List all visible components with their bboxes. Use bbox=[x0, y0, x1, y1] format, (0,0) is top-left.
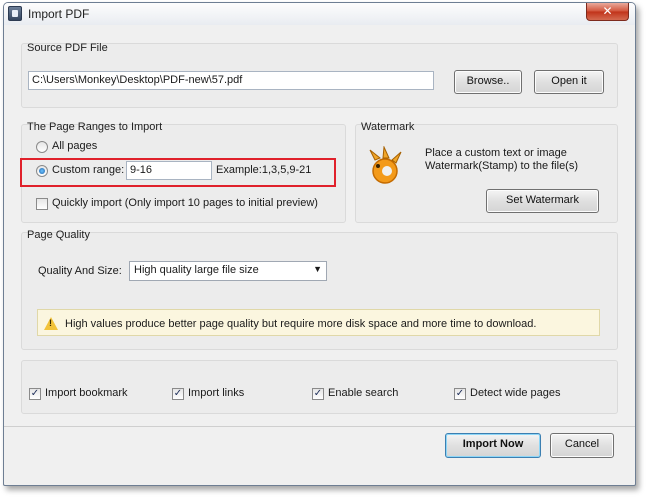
chevron-down-icon: ▼ bbox=[313, 264, 322, 274]
enable-search-label: Enable search bbox=[328, 387, 399, 399]
cancel-button[interactable]: Cancel bbox=[550, 433, 614, 458]
browse-button[interactable]: Browse.. bbox=[454, 70, 522, 94]
set-watermark-button[interactable]: Set Watermark bbox=[486, 189, 599, 213]
watermark-description-1: Place a custom text or image bbox=[425, 147, 567, 159]
footer-divider bbox=[4, 426, 635, 427]
close-button[interactable]: ✕ bbox=[586, 3, 629, 21]
open-it-label: Open it bbox=[551, 75, 587, 87]
import-bookmark-label: Import bookmark bbox=[45, 387, 128, 399]
quality-selected-option: High quality large file size bbox=[134, 264, 259, 276]
page-quality-title: Page Quality bbox=[27, 229, 90, 241]
import-bookmark-checkbox[interactable]: ✓ bbox=[29, 388, 41, 400]
window-title: Import PDF bbox=[28, 7, 90, 21]
custom-range-label: Custom range: bbox=[52, 164, 125, 176]
gimp-logo-icon bbox=[369, 146, 402, 184]
quality-notice: ! High values produce better page qualit… bbox=[37, 309, 600, 336]
quick-import-checkbox[interactable] bbox=[36, 198, 48, 210]
browse-label: Browse.. bbox=[466, 75, 510, 87]
detect-wide-pages-label: Detect wide pages bbox=[470, 387, 561, 399]
title-bar: Import PDF ✕ bbox=[4, 3, 635, 25]
import-pdf-dialog: Import PDF ✕ Source PDF File C:\Users\Mo… bbox=[3, 2, 636, 486]
import-links-checkbox[interactable]: ✓ bbox=[172, 388, 184, 400]
example-text: Example:1,3,5,9-21 bbox=[216, 164, 312, 176]
all-pages-label: All pages bbox=[52, 140, 98, 152]
import-links-label: Import links bbox=[188, 387, 245, 399]
set-watermark-label: Set Watermark bbox=[506, 194, 579, 206]
quality-size-select[interactable]: High quality large file size ▼ bbox=[129, 261, 327, 281]
pdf-path-input[interactable]: C:\Users\Monkey\Desktop\PDF-new\57.pdf bbox=[28, 71, 434, 90]
page-ranges-title: The Page Ranges to Import bbox=[27, 121, 163, 133]
detect-wide-pages-checkbox[interactable]: ✓ bbox=[454, 388, 466, 400]
import-now-label: Import Now bbox=[462, 438, 524, 450]
app-icon bbox=[8, 6, 22, 21]
quality-size-label: Quality And Size: bbox=[38, 265, 122, 277]
cancel-label: Cancel bbox=[564, 438, 600, 450]
all-pages-radio[interactable] bbox=[36, 141, 48, 153]
watermark-description-2: Watermark(Stamp) to the file(s) bbox=[425, 160, 579, 172]
source-pdf-title: Source PDF File bbox=[27, 42, 108, 54]
enable-search-checkbox[interactable]: ✓ bbox=[312, 388, 324, 400]
import-now-button[interactable]: Import Now bbox=[445, 433, 541, 458]
custom-range-radio[interactable] bbox=[36, 165, 48, 177]
quick-import-label: Quickly import (Only import 10 pages to … bbox=[52, 197, 318, 209]
warning-mark: ! bbox=[49, 318, 52, 328]
open-it-button[interactable]: Open it bbox=[534, 70, 604, 94]
watermark-title: Watermark bbox=[361, 121, 415, 133]
custom-range-input[interactable]: 9-16 bbox=[126, 161, 212, 180]
quality-notice-text: High values produce better page quality … bbox=[65, 318, 537, 330]
